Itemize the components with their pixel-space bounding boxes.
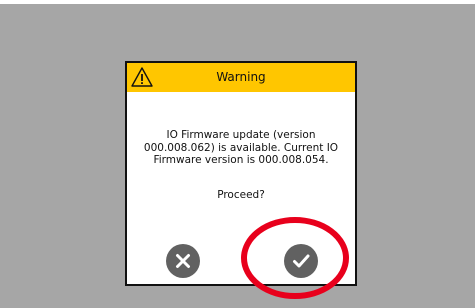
- dialog-header: Warning: [127, 63, 355, 92]
- cancel-button[interactable]: [166, 244, 200, 278]
- dialog-title: Warning: [216, 70, 266, 84]
- dialog-message: IO Firmware update (version 000.008.062)…: [143, 129, 339, 166]
- dialog-question: Proceed?: [217, 189, 265, 201]
- warning-dialog: Warning IO Firmware update (version 000.…: [125, 61, 357, 286]
- check-icon: [293, 254, 310, 268]
- close-icon: [176, 254, 190, 268]
- confirm-button[interactable]: [284, 244, 318, 278]
